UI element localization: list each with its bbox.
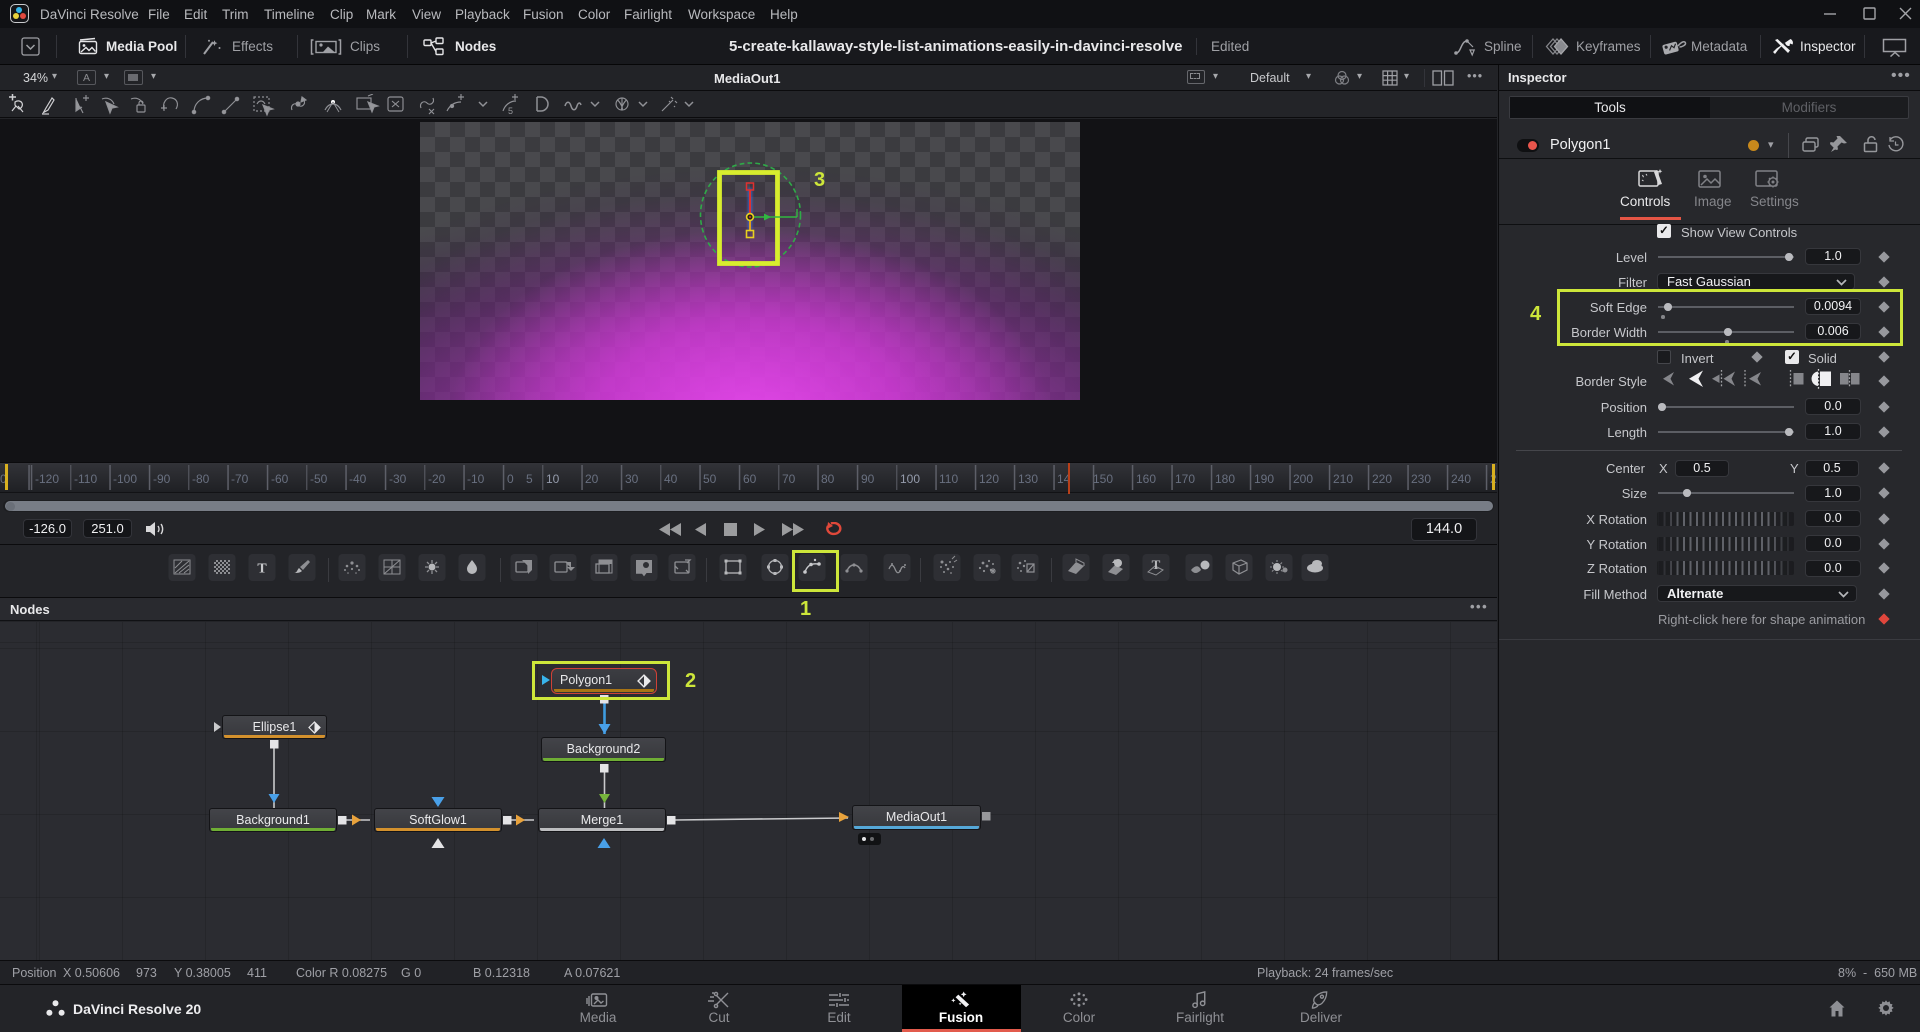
svg-text:T: T <box>1152 557 1161 572</box>
svg-text:5: 5 <box>508 106 513 116</box>
svg-text:T: T <box>257 562 267 577</box>
